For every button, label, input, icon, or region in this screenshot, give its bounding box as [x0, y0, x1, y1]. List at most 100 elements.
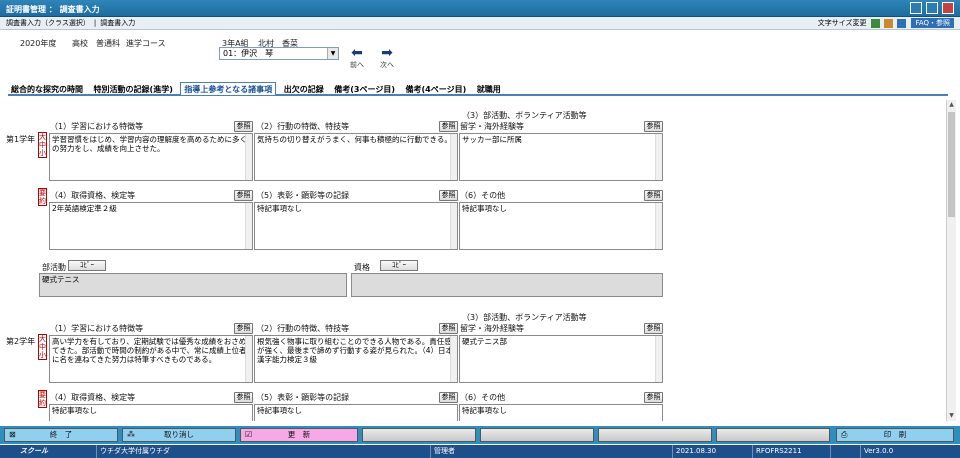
prev-button[interactable]: ⬅ 前へ [344, 46, 370, 70]
f6-button[interactable] [598, 428, 712, 442]
year-label: 2020年度 [20, 39, 57, 48]
year2-other-textarea[interactable]: 特記事項なし [459, 404, 663, 421]
cancel-button[interactable]: ⁂ 取り消し [122, 428, 236, 442]
faq-button[interactable]: FAQ・参照 [911, 18, 954, 28]
cert-label: 資格 [354, 263, 370, 272]
font-down-icon[interactable] [883, 18, 893, 28]
scrollbar[interactable] [655, 134, 662, 180]
scrollbar[interactable] [450, 134, 457, 180]
scrollbar[interactable] [655, 203, 662, 249]
minimize-button[interactable] [910, 2, 922, 14]
scrollbar[interactable] [450, 336, 457, 382]
app-logo: スクール [20, 447, 48, 455]
print-button[interactable]: ⎙ 印 刷 [836, 428, 954, 442]
next-button[interactable]: ➡ 次へ [374, 46, 400, 70]
chevron-down-icon[interactable]: ▼ [327, 48, 338, 59]
tab-remarks-p3[interactable]: 備考(3ページ目) [331, 83, 398, 96]
year1-h2: （2）行動の特徴、特技等 [256, 122, 350, 131]
tab-attendance[interactable]: 出欠の記録 [281, 83, 327, 96]
year2-club-textarea[interactable]: 硬式テニス部 [459, 335, 663, 383]
print-label: 印 刷 [883, 430, 907, 439]
copy-button[interactable]: ｺﾋﾟｰ [68, 260, 106, 271]
year1-cert-textarea[interactable]: 2年英語検定準２級 [49, 202, 253, 250]
textarea-value: サッカー部に所属 [462, 135, 522, 144]
year1-h5: （5）表彰・顕彰等の記録 [256, 191, 350, 200]
tab-remarks-p4[interactable]: 備考(4ページ目) [403, 83, 470, 96]
close-button[interactable] [942, 2, 954, 14]
summary-toggle[interactable]: 要約 [38, 390, 47, 408]
ref-button[interactable]: 参照 [644, 323, 663, 334]
update-label: 更 新 [287, 430, 311, 439]
scroll-up-icon[interactable]: ▲ [947, 101, 956, 109]
printer-icon: ⎙ [841, 430, 848, 439]
size-medium[interactable]: 中 [39, 141, 46, 149]
scrollbar[interactable] [245, 336, 252, 382]
exit-icon: ⊠ [9, 430, 16, 439]
ref-button[interactable]: 参照 [439, 323, 458, 334]
cert-field[interactable] [351, 273, 663, 297]
size-small[interactable]: 小 [39, 351, 46, 359]
font-up-icon[interactable] [870, 18, 880, 28]
summary-toggle[interactable]: 要約 [38, 188, 47, 206]
ref-button[interactable]: 参照 [234, 190, 253, 201]
textarea-value: 特記事項なし [462, 204, 507, 213]
textarea-value: 高い学力を有しており、定期試験では優秀な成績をおさめてきた。部活動で時間の制約が… [52, 337, 247, 364]
ref-button[interactable]: 参照 [439, 121, 458, 132]
ref-button[interactable]: 参照 [234, 323, 253, 334]
year1-study-textarea[interactable]: 学習習慣をはじめ、学習内容の理解度を高めるために多くの努力をし、成績を向上させた… [49, 133, 253, 181]
student-select[interactable]: 01：伊沢 琴 ▼ [219, 47, 339, 60]
ref-button[interactable]: 参照 [644, 392, 663, 403]
textarea-value: 硬式テニス部 [462, 337, 507, 346]
size-toggle[interactable]: 大中小 [38, 334, 47, 360]
summary-char-1: 要 [39, 189, 46, 197]
year2-award-textarea[interactable]: 特記事項なし [254, 404, 458, 421]
scrollbar[interactable] [245, 203, 252, 249]
year2-study-textarea[interactable]: 高い学力を有しており、定期試験では優秀な成績をおさめてきた。部活動で時間の制約が… [49, 335, 253, 383]
year1-club-textarea[interactable]: サッカー部に所属 [459, 133, 663, 181]
size-medium[interactable]: 中 [39, 343, 46, 351]
scrollbar[interactable] [655, 336, 662, 382]
ref-button[interactable]: 参照 [644, 190, 663, 201]
maximize-button[interactable] [926, 2, 938, 14]
year1-h4: （4）取得資格、検定等 [50, 191, 136, 200]
year1-h1: （1）学習における特徴等 [50, 122, 144, 131]
ref-button[interactable]: 参照 [234, 392, 253, 403]
next-label: 次へ [380, 61, 394, 69]
toolbar-right: 文字サイズ変更 FAQ・参照 [818, 17, 954, 29]
year2-cert-textarea[interactable]: 特記事項なし [49, 404, 253, 421]
tab-guidance-notes[interactable]: 指導上参考となる諸事項 [180, 82, 277, 95]
update-button[interactable]: ☑ 更 新 [240, 428, 358, 442]
year2-label: 第2学年 [6, 337, 36, 346]
year1-award-textarea[interactable]: 特記事項なし [254, 202, 458, 250]
size-small[interactable]: 小 [39, 149, 46, 157]
size-large[interactable]: 大 [39, 133, 46, 141]
scrollbar[interactable] [450, 203, 457, 249]
tab-employment[interactable]: 就職用 [474, 83, 504, 96]
breadcrumb: 調査書入力（クラス選択） | 調査書入力 文字サイズ変更 FAQ・参照 [0, 17, 960, 30]
ref-button[interactable]: 参照 [439, 392, 458, 403]
ref-button[interactable]: 参照 [439, 190, 458, 201]
tab-inquiry[interactable]: 総合的な探究の時間 [8, 83, 86, 96]
tab-special-activity[interactable]: 特別活動の記録(進学) [91, 83, 176, 96]
help-icon[interactable] [897, 18, 907, 28]
textarea-value: 2年英語検定準２級 [52, 204, 117, 213]
student-select-value: 01：伊沢 琴 [223, 49, 274, 58]
ref-button[interactable]: 参照 [644, 121, 663, 132]
year1-other-textarea[interactable]: 特記事項なし [459, 202, 663, 250]
size-large[interactable]: 大 [39, 335, 46, 343]
f5-button[interactable] [480, 428, 594, 442]
vertical-scrollbar[interactable]: ▲ ▼ [946, 100, 956, 421]
copy-button[interactable]: ｺﾋﾟｰ [380, 260, 418, 271]
size-toggle[interactable]: 大中小 [38, 132, 47, 158]
scrollbar[interactable] [245, 134, 252, 180]
breadcrumb-item[interactable]: 調査書入力（クラス選択） [6, 19, 90, 27]
ref-button[interactable]: 参照 [234, 121, 253, 132]
scroll-down-icon[interactable]: ▼ [947, 412, 956, 420]
club-field[interactable]: 硬式テニス [39, 273, 347, 297]
f7-button[interactable] [716, 428, 830, 442]
f4-button[interactable] [362, 428, 476, 442]
scroll-thumb[interactable] [948, 112, 955, 217]
year1-behavior-textarea[interactable]: 気持ちの切り替えがうまく、何事も積極的に行動できる。 [254, 133, 458, 181]
year2-behavior-textarea[interactable]: 根気強く物事に取り組むことのできる人物である。責任感が強く、最後まで諦めず行動す… [254, 335, 458, 383]
end-button[interactable]: ⊠ 終 了 [4, 428, 118, 442]
